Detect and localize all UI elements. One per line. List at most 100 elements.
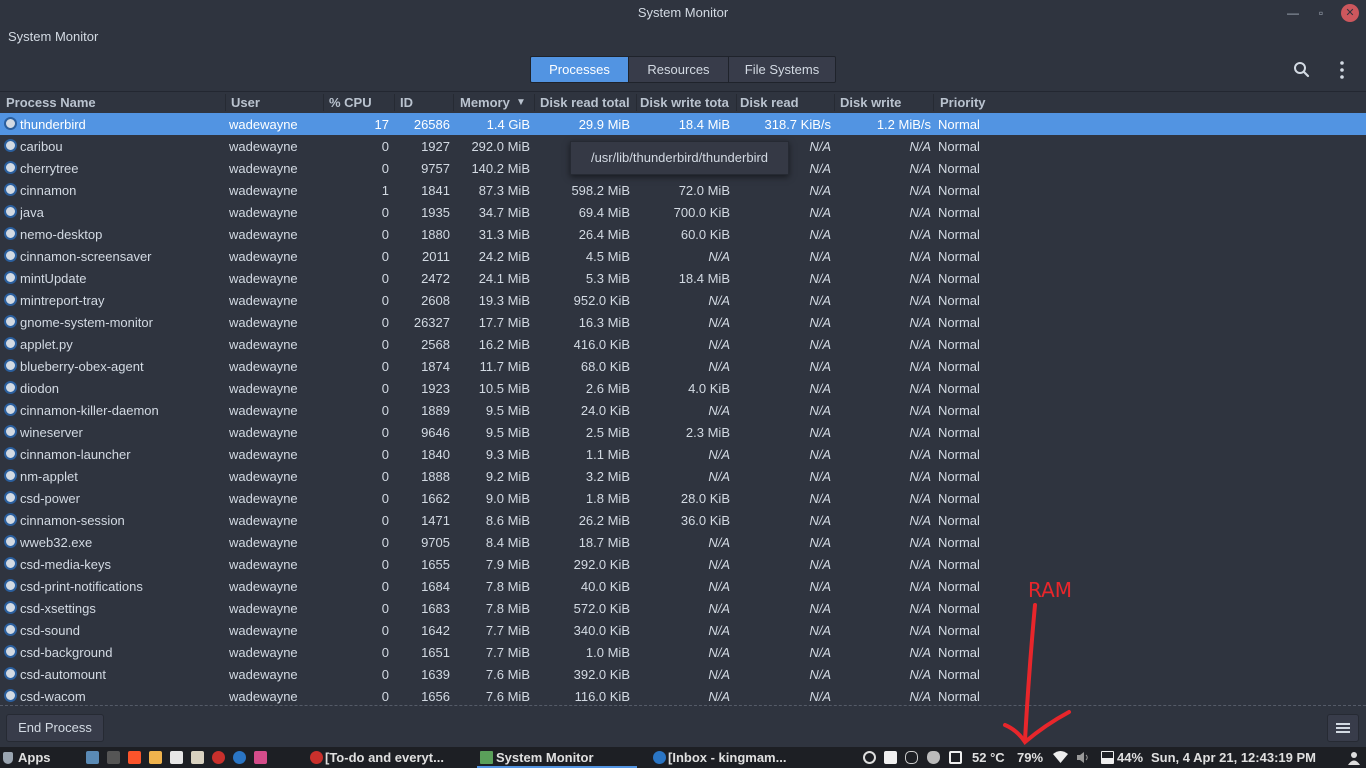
- column-separator[interactable]: [636, 94, 637, 111]
- apps-menu-button[interactable]: Apps: [18, 750, 51, 765]
- table-row[interactable]: cinnamon wadewayne 1 1841 87.3 MiB 598.2 MiB 7…: [0, 179, 1366, 201]
- kebab-menu-icon[interactable]: [1331, 59, 1353, 81]
- column-separator[interactable]: [933, 94, 934, 111]
- column-separator[interactable]: [394, 94, 395, 111]
- cell-process-name: caribou: [20, 139, 63, 154]
- table-row[interactable]: nm-applet wadewayne 0 1888 9.2 MiB 3.2 MiB N/A…: [0, 465, 1366, 487]
- column-priority[interactable]: Priority: [940, 95, 1010, 110]
- thunderbird-icon: [653, 751, 666, 764]
- column-separator[interactable]: [225, 94, 226, 111]
- table-row[interactable]: csd-sound wadewayne 0 1642 7.7 MiB 340.0 KiB N…: [0, 619, 1366, 641]
- user-icon[interactable]: [1347, 751, 1361, 765]
- sort-descending-icon: ▼: [516, 97, 526, 108]
- launcher-brave-icon[interactable]: [128, 751, 141, 764]
- wifi-icon[interactable]: [1053, 751, 1068, 764]
- table-row[interactable]: csd-background wadewayne 0 1651 7.7 MiB 1.0 M…: [0, 641, 1366, 663]
- table-row[interactable]: java wadewayne 0 1935 34.7 MiB 69.4 MiB 700.0 …: [0, 201, 1366, 223]
- clock-applet-icon[interactable]: [863, 751, 876, 764]
- table-row[interactable]: cinnamon-launcher wadewayne 0 1840 9.3 MiB 1.…: [0, 443, 1366, 465]
- column-disk-write[interactable]: Disk write: [840, 95, 930, 110]
- cell-disk-write-total: 18.4 MiB: [678, 271, 730, 286]
- table-row[interactable]: cinnamon-killer-daemon wadewayne 0 1889 9.5 …: [0, 399, 1366, 421]
- writer-tray-icon[interactable]: [884, 751, 897, 764]
- battery-percent[interactable]: 44%: [1117, 750, 1143, 765]
- column-memory[interactable]: Memory: [460, 95, 516, 110]
- column-id[interactable]: ID: [400, 95, 450, 110]
- cell-memory: 140.2 MiB: [471, 161, 530, 176]
- maximize-button[interactable]: ▫: [1312, 4, 1330, 22]
- cell-disk-write: N/A: [909, 557, 931, 572]
- column-user[interactable]: User: [231, 95, 321, 110]
- table-row[interactable]: cinnamon-screensaver wadewayne 0 2011 24.2 M…: [0, 245, 1366, 267]
- cell-cpu: 0: [381, 381, 389, 396]
- launcher-amazon-icon[interactable]: [170, 751, 183, 764]
- table-row[interactable]: csd-automount wadewayne 0 1639 7.6 MiB 392.0 …: [0, 663, 1366, 685]
- process-icon: [4, 205, 17, 218]
- battery-icon[interactable]: [1101, 751, 1114, 764]
- launcher-mintupdate-icon[interactable]: [86, 751, 99, 764]
- table-row[interactable]: diodon wadewayne 0 1923 10.5 MiB 2.6 MiB 4.0 K…: [0, 377, 1366, 399]
- column-disk-read[interactable]: Disk read: [740, 95, 830, 110]
- taskbar-window-inbox[interactable]: [Inbox - kingmam...: [650, 747, 810, 768]
- hamburger-menu-button[interactable]: [1327, 714, 1359, 742]
- table-row[interactable]: csd-power wadewayne 0 1662 9.0 MiB 1.8 MiB 28.…: [0, 487, 1366, 509]
- table-row[interactable]: thunderbird wadewayne 17 26586 1.4 GiB 29.9 M…: [0, 113, 1366, 135]
- taskbar-window-todo[interactable]: [To-do and everyt...: [307, 747, 467, 768]
- column-separator[interactable]: [834, 94, 835, 111]
- minimize-button[interactable]: —: [1284, 4, 1302, 22]
- table-row[interactable]: nemo-desktop wadewayne 0 1880 31.3 MiB 26.4 M…: [0, 223, 1366, 245]
- cell-memory: 7.9 MiB: [485, 557, 530, 572]
- ram-usage-readout[interactable]: 79%: [1017, 750, 1043, 765]
- column-disk-write-total[interactable]: Disk write tota: [640, 95, 735, 110]
- column-process-name[interactable]: Process Name: [6, 95, 221, 110]
- tab-resources[interactable]: Resources: [629, 57, 729, 82]
- search-icon[interactable]: [1291, 59, 1313, 81]
- temperature-readout[interactable]: 52 °C: [972, 750, 1005, 765]
- close-button[interactable]: ✕: [1341, 4, 1359, 22]
- cell-memory: 10.5 MiB: [478, 381, 530, 396]
- clock[interactable]: Sun, 4 Apr 21, 12:43:19 PM: [1151, 750, 1316, 765]
- end-process-button[interactable]: End Process: [6, 714, 104, 742]
- table-row[interactable]: wineserver wadewayne 0 9646 9.5 MiB 2.5 MiB 2.…: [0, 421, 1366, 443]
- app-menu-label[interactable]: System Monitor: [8, 29, 98, 44]
- column-separator[interactable]: [323, 94, 324, 111]
- table-row[interactable]: csd-wacom wadewayne 0 1656 7.6 MiB 116.0 KiB N…: [0, 685, 1366, 707]
- table-row[interactable]: mintreport-tray wadewayne 0 2608 19.3 MiB 952…: [0, 289, 1366, 311]
- table-row[interactable]: blueberry-obex-agent wadewayne 0 1874 11.7 M…: [0, 355, 1366, 377]
- table-row[interactable]: wweb32.exe wadewayne 0 9705 8.4 MiB 18.7 MiB N…: [0, 531, 1366, 553]
- table-row[interactable]: applet.py wadewayne 0 2568 16.2 MiB 416.0 KiB…: [0, 333, 1366, 355]
- column-separator[interactable]: [534, 94, 535, 111]
- cell-pid: 1923: [421, 381, 450, 396]
- cell-cpu: 0: [381, 315, 389, 330]
- launcher-sublime-icon[interactable]: [149, 751, 162, 764]
- cell-disk-read: N/A: [809, 535, 831, 550]
- clipboard-icon[interactable]: [949, 751, 962, 764]
- table-row[interactable]: csd-print-notifications wadewayne 0 1684 7.8…: [0, 575, 1366, 597]
- table-row[interactable]: csd-xsettings wadewayne 0 1683 7.8 MiB 572.0 …: [0, 597, 1366, 619]
- column-separator[interactable]: [736, 94, 737, 111]
- cell-disk-read-total: 116.0 KiB: [574, 689, 630, 704]
- taskbar-window-system-monitor[interactable]: System Monitor: [477, 747, 637, 768]
- launcher-app-icon[interactable]: [254, 751, 267, 764]
- column-cpu[interactable]: % CPU: [329, 95, 391, 110]
- process-icon: [4, 469, 17, 482]
- shield-icon[interactable]: [927, 751, 940, 764]
- cell-disk-read-total: 69.4 MiB: [578, 205, 630, 220]
- launcher-writer-icon[interactable]: [191, 751, 204, 764]
- launcher-thunderbird-icon[interactable]: [233, 751, 246, 764]
- table-row[interactable]: gnome-system-monitor wadewayne 0 26327 17.7 …: [0, 311, 1366, 333]
- cell-disk-read: N/A: [809, 689, 831, 704]
- tab-file-systems[interactable]: File Systems: [729, 57, 835, 82]
- tab-processes[interactable]: Processes: [531, 57, 629, 82]
- table-row[interactable]: csd-media-keys wadewayne 0 1655 7.9 MiB 292.0…: [0, 553, 1366, 575]
- launcher-cherrytree-icon[interactable]: [212, 751, 225, 764]
- cell-user: wadewayne: [229, 645, 298, 660]
- volume-icon[interactable]: [1076, 751, 1091, 764]
- column-disk-read-total[interactable]: Disk read total: [540, 95, 635, 110]
- table-row[interactable]: cinnamon-session wadewayne 0 1471 8.6 MiB 26.…: [0, 509, 1366, 531]
- table-row[interactable]: mintUpdate wadewayne 0 2472 24.1 MiB 5.3 MiB 1…: [0, 267, 1366, 289]
- launcher-terminal-icon[interactable]: [107, 751, 120, 764]
- cell-memory: 34.7 MiB: [478, 205, 530, 220]
- column-separator[interactable]: [453, 94, 454, 111]
- paperclip-icon[interactable]: [905, 751, 918, 764]
